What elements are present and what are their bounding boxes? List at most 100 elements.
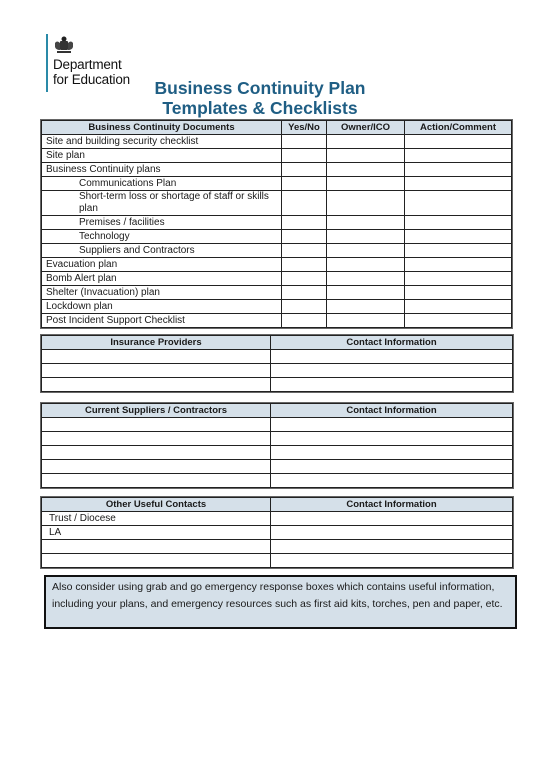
yes-no-cell[interactable] — [281, 299, 327, 314]
contact-name-cell[interactable] — [41, 417, 271, 432]
contact-info-cell[interactable] — [270, 377, 513, 392]
action-cell[interactable] — [404, 257, 512, 272]
action-cell[interactable] — [404, 229, 512, 244]
yes-no-cell[interactable] — [281, 215, 327, 230]
contact-row: Trust / Diocese — [41, 511, 513, 526]
insurance-header-row: Insurance Providers Contact Information — [41, 335, 513, 350]
header-insurance-providers: Insurance Providers — [41, 335, 271, 350]
documents-header-row: Business Continuity Documents Yes/No Own… — [41, 120, 512, 135]
action-cell[interactable] — [404, 271, 512, 286]
contact-row: LA — [41, 525, 513, 540]
document-label: Business Continuity plans — [41, 162, 282, 177]
document-label: Suppliers and Contractors — [41, 243, 282, 258]
contact-name-cell[interactable]: LA — [41, 525, 271, 540]
contact-name-cell[interactable] — [41, 445, 271, 460]
header-other-contacts: Other Useful Contacts — [41, 497, 271, 512]
header-owner: Owner/ICO — [326, 120, 405, 135]
owner-cell[interactable] — [326, 134, 405, 149]
action-cell[interactable] — [404, 162, 512, 177]
yes-no-cell[interactable] — [281, 285, 327, 300]
logo-line-1: Department — [53, 57, 122, 72]
document-row: Short-term loss or shortage of staff or … — [41, 190, 512, 216]
contact-info-cell[interactable] — [270, 525, 513, 540]
action-cell[interactable] — [404, 215, 512, 230]
contact-name-cell[interactable] — [41, 431, 271, 446]
logo-accent-bar — [46, 34, 48, 92]
contact-info-cell[interactable] — [270, 445, 513, 460]
action-cell[interactable] — [404, 134, 512, 149]
contact-name-cell[interactable] — [41, 539, 271, 554]
contact-row — [41, 363, 513, 378]
owner-cell[interactable] — [326, 162, 405, 177]
yes-no-cell[interactable] — [281, 148, 327, 163]
yes-no-cell[interactable] — [281, 271, 327, 286]
owner-cell[interactable] — [326, 215, 405, 230]
contacts-header-row: Other Useful Contacts Contact Informatio… — [41, 497, 513, 512]
header-suppliers: Current Suppliers / Contractors — [41, 403, 271, 418]
yes-no-cell[interactable] — [281, 176, 327, 191]
owner-cell[interactable] — [326, 257, 405, 272]
grab-and-go-note: Also consider using grab and go emergenc… — [44, 575, 517, 629]
suppliers-header-row: Current Suppliers / Contractors Contact … — [41, 403, 513, 418]
contact-name-cell[interactable] — [41, 377, 271, 392]
owner-cell[interactable] — [326, 229, 405, 244]
contact-info-cell[interactable] — [270, 349, 513, 364]
contact-name-cell[interactable]: Trust / Diocese — [41, 511, 271, 526]
document-row: Shelter (Invacuation) plan — [41, 285, 512, 300]
contact-name-cell[interactable] — [41, 473, 271, 488]
contact-info-cell[interactable] — [270, 473, 513, 488]
document-label: Premises / facilities — [41, 215, 282, 230]
action-cell[interactable] — [404, 313, 512, 328]
contact-info-cell[interactable] — [270, 459, 513, 474]
contact-name-cell[interactable] — [41, 459, 271, 474]
action-cell[interactable] — [404, 243, 512, 258]
owner-cell[interactable] — [326, 176, 405, 191]
contact-info-cell[interactable] — [270, 363, 513, 378]
logo-line-2: for Education — [53, 72, 130, 87]
owner-cell[interactable] — [326, 285, 405, 300]
owner-cell[interactable] — [326, 299, 405, 314]
contact-row — [41, 417, 513, 432]
owner-cell[interactable] — [326, 313, 405, 328]
contacts-table: Other Useful Contacts Contact Informatio… — [40, 496, 514, 569]
documents-table: Business Continuity Documents Yes/No Own… — [40, 119, 513, 329]
document-label: Site plan — [41, 148, 282, 163]
contact-name-cell[interactable] — [41, 553, 271, 568]
yes-no-cell[interactable] — [281, 257, 327, 272]
yes-no-cell[interactable] — [281, 190, 327, 216]
action-cell[interactable] — [404, 299, 512, 314]
contact-name-cell[interactable] — [41, 349, 271, 364]
document-row: Bomb Alert plan — [41, 271, 512, 286]
title-line-2: Templates & Checklists — [162, 98, 358, 118]
yes-no-cell[interactable] — [281, 229, 327, 244]
owner-cell[interactable] — [326, 243, 405, 258]
owner-cell[interactable] — [326, 271, 405, 286]
yes-no-cell[interactable] — [281, 162, 327, 177]
contact-info-cell[interactable] — [270, 539, 513, 554]
yes-no-cell[interactable] — [281, 313, 327, 328]
contact-row — [41, 553, 513, 568]
contact-info-cell[interactable] — [270, 431, 513, 446]
contact-row — [41, 459, 513, 474]
document-row: Communications Plan — [41, 176, 512, 191]
contact-row — [41, 473, 513, 488]
owner-cell[interactable] — [326, 148, 405, 163]
contact-info-cell[interactable] — [270, 417, 513, 432]
action-cell[interactable] — [404, 190, 512, 216]
title-line-1: Business Continuity Plan — [154, 78, 366, 98]
contact-info-cell[interactable] — [270, 553, 513, 568]
owner-cell[interactable] — [326, 190, 405, 216]
action-cell[interactable] — [404, 176, 512, 191]
yes-no-cell[interactable] — [281, 134, 327, 149]
header-contact-information: Contact Information — [270, 403, 513, 418]
action-cell[interactable] — [404, 285, 512, 300]
contact-row — [41, 349, 513, 364]
header-documents: Business Continuity Documents — [41, 120, 282, 135]
action-cell[interactable] — [404, 148, 512, 163]
contact-info-cell[interactable] — [270, 511, 513, 526]
document-label: Post Incident Support Checklist — [41, 313, 282, 328]
yes-no-cell[interactable] — [281, 243, 327, 258]
contact-row — [41, 539, 513, 554]
contact-name-cell[interactable] — [41, 363, 271, 378]
document-label: Short-term loss or shortage of staff or … — [41, 190, 282, 216]
